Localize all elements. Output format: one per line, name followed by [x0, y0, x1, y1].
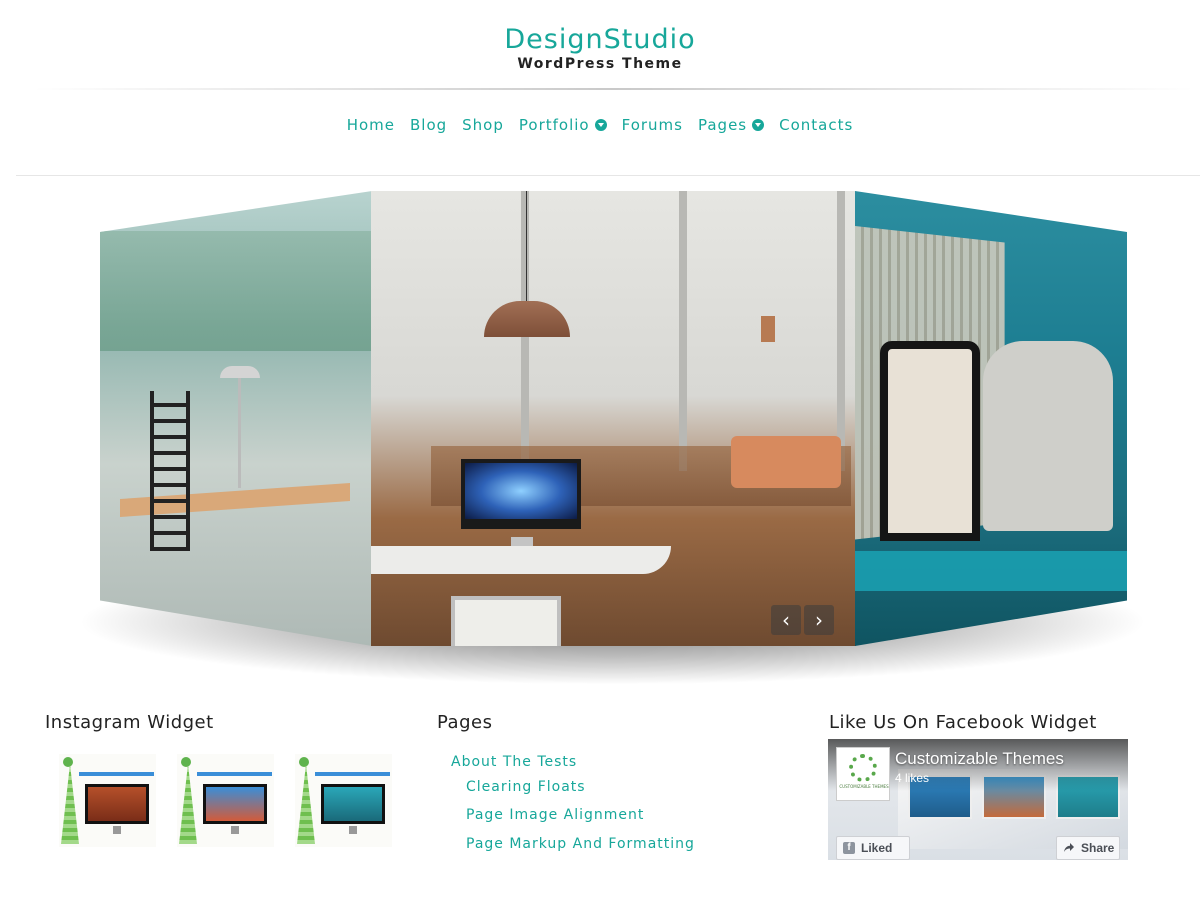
nav-item-label: Portfolio — [518, 116, 590, 134]
widget-title: Pages — [437, 712, 493, 733]
monitor-icon — [85, 784, 149, 824]
nav-item-pages[interactable]: Pages — [697, 116, 765, 134]
instagram-thumbnail[interactable] — [295, 754, 392, 847]
thumbnail-header-bar — [197, 772, 272, 776]
page-link-clearing-floats[interactable]: Clearing Floats — [466, 779, 586, 795]
avatar-caption: CUSTOMIZABLE THEMES — [839, 784, 889, 789]
plant-icon — [179, 764, 197, 844]
header-divider — [34, 88, 1194, 90]
slide-panel-center[interactable] — [371, 191, 856, 646]
nav-item-label: Home — [346, 116, 395, 134]
glass-wall-shape — [371, 191, 856, 471]
lamp-stem-shape — [238, 378, 241, 488]
chevron-right-icon: › — [815, 608, 823, 632]
page-link-page-image-alignment[interactable]: Page Image Alignment — [466, 807, 644, 823]
pages-widget: Pages About The Tests Clearing Floats Pa… — [437, 712, 767, 852]
instagram-thumbnail[interactable] — [59, 754, 156, 847]
widget-title: Like Us On Facebook Widget — [829, 712, 1097, 733]
monitor-stand-icon — [231, 826, 239, 834]
nav-item-label: Shop — [462, 116, 504, 134]
slider-prev-button[interactable]: ‹ — [771, 605, 801, 635]
monitor-shape — [461, 459, 581, 529]
liked-label: Liked — [861, 841, 893, 855]
plant-icon — [297, 764, 315, 844]
slider-controls: ‹ › — [771, 605, 835, 635]
desk-shape — [371, 546, 671, 574]
nav-item-home[interactable]: Home — [347, 116, 395, 134]
chair-shape — [983, 341, 1113, 531]
site-title[interactable]: DesignStudio — [0, 24, 1200, 55]
nav-item-contacts[interactable]: Contacts — [779, 116, 853, 134]
site-tagline: WordPress Theme — [517, 56, 683, 72]
page-link-about-the-tests[interactable]: About The Tests — [451, 754, 577, 770]
monitor-icon — [321, 784, 385, 824]
share-arrow-icon — [1064, 843, 1074, 852]
slider-next-button[interactable]: › — [804, 605, 834, 635]
monitor-stand-icon — [349, 826, 357, 834]
monitor-stand-icon — [113, 826, 121, 834]
chair-shape — [451, 596, 561, 646]
chair-shape — [150, 391, 190, 551]
facebook-page-name[interactable]: Customizable Themes — [895, 749, 1064, 769]
plant-icon — [61, 764, 79, 844]
facebook-like-count: 4 likes — [895, 771, 930, 785]
nav-item-shop[interactable]: Shop — [462, 116, 504, 134]
sofa-shape — [731, 436, 841, 488]
logo-icon — [181, 757, 191, 767]
wreath-logo-icon — [849, 754, 877, 782]
nav-item-portfolio[interactable]: Portfolio — [519, 116, 607, 134]
facebook-widget: Like Us On Facebook Widget CUSTOMIZABLE … — [828, 712, 1139, 860]
nav-divider — [16, 175, 1200, 176]
pendant-lamp-shape — [761, 316, 775, 342]
nav-item-label: Forums — [621, 116, 683, 134]
nav-item-label: Pages — [697, 116, 748, 134]
logo-icon — [299, 757, 309, 767]
nav-item-label: Contacts — [779, 116, 854, 134]
slide-scenery — [100, 231, 372, 351]
nav-item-label: Blog — [409, 116, 448, 134]
logo-icon — [63, 757, 73, 767]
site-header: DesignStudio WordPress Theme — [0, 0, 1200, 90]
chair-shape — [880, 341, 980, 541]
main-navigation: Home Blog Shop Portfolio Forums Pages Co… — [0, 116, 1200, 134]
instagram-widget: Instagram Widget — [45, 712, 405, 847]
circle-arrow-down-icon — [594, 119, 607, 131]
facebook-liked-button[interactable]: f Liked — [836, 836, 910, 860]
slide-panel-left[interactable] — [100, 191, 372, 646]
facebook-page-avatar[interactable]: CUSTOMIZABLE THEMES — [836, 747, 890, 801]
monitor-icon — [203, 784, 267, 824]
instagram-thumbnail[interactable] — [177, 754, 274, 847]
nav-item-blog[interactable]: Blog — [410, 116, 447, 134]
thumbnail-header-bar — [79, 772, 154, 776]
lamp-cord-shape — [526, 191, 527, 303]
page-link-page-markup-and-formatting[interactable]: Page Markup And Formatting — [466, 836, 695, 852]
chevron-left-icon: ‹ — [782, 608, 790, 632]
thumbnail-header-bar — [315, 772, 390, 776]
facebook-logo-icon: f — [843, 842, 855, 854]
image-slider: ‹ › — [60, 185, 1160, 685]
lamp-shape — [220, 366, 260, 378]
circle-arrow-down-icon — [752, 119, 765, 131]
widget-title: Instagram Widget — [45, 712, 214, 733]
share-label: Share — [1081, 841, 1115, 855]
slide-panel-right[interactable] — [855, 191, 1127, 646]
facebook-share-button[interactable]: Share — [1056, 836, 1120, 860]
table-shape — [855, 551, 1127, 591]
facebook-page-plugin[interactable]: CUSTOMIZABLE THEMES Customizable Themes … — [828, 739, 1128, 860]
nav-item-forums[interactable]: Forums — [622, 116, 683, 134]
